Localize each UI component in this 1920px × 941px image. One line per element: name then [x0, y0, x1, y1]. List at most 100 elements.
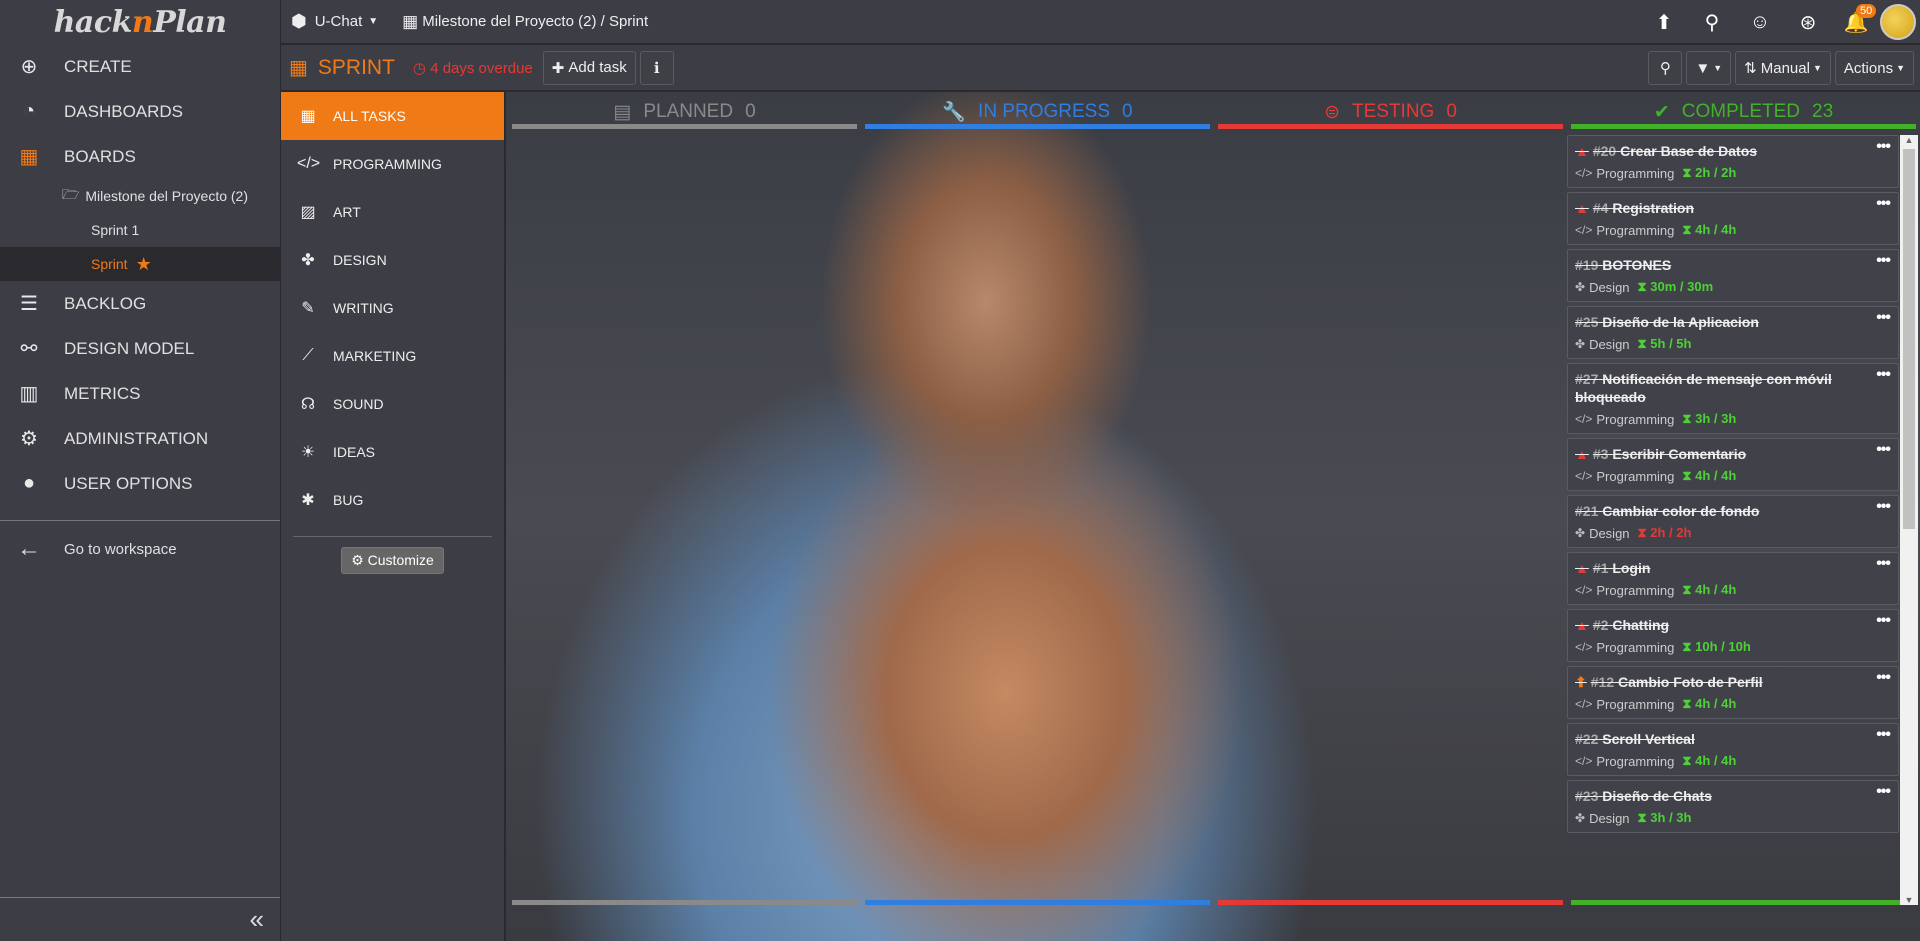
task-category: Design	[1589, 525, 1630, 541]
category-art[interactable]: ▨ ART	[281, 188, 504, 236]
logo-text: hacknPlan	[53, 4, 227, 40]
more-options-icon[interactable]: •••	[1876, 726, 1891, 744]
warning-icon: ▲	[1575, 200, 1589, 216]
nav-milestone[interactable]: 🗁 Milestone del Proyecto (2)	[0, 179, 280, 213]
card-list-scrollbar[interactable]: ▲ ▼	[1900, 135, 1918, 905]
nav-dashboards[interactable]: ◔ DASHBOARDS	[0, 89, 280, 134]
task-card[interactable]: ••• ▲ #2 Chatting </> Programming ⧗ 10h / 10h	[1567, 609, 1899, 662]
task-title-text: BOTONES	[1602, 257, 1672, 273]
search-icon[interactable]: ⚲	[1688, 10, 1736, 35]
task-card[interactable]: ••• ▲ #4 Registration </> Programming ⧗ 4h / …	[1567, 192, 1899, 245]
column-line-testing	[1218, 124, 1563, 129]
more-options-icon[interactable]: •••	[1876, 498, 1891, 516]
filter-button[interactable]: ▼ ▼	[1686, 51, 1732, 85]
task-hours: ⧗ 4h / 4h	[1682, 222, 1736, 238]
info-button[interactable]: ℹ	[639, 50, 674, 85]
scroll-up-arrow-icon[interactable]: ▲	[1900, 135, 1918, 145]
add-task-button[interactable]: ✚ Add task	[542, 50, 636, 85]
avatar[interactable]	[1880, 4, 1916, 40]
nav-label: METRICS	[64, 383, 141, 403]
task-card[interactable]: ••• #25 Diseño de la Aplicacion ✤ Design ⧗ 5…	[1567, 306, 1899, 359]
customize-button[interactable]: ⚙ Customize	[341, 547, 444, 574]
nav-user-options[interactable]: ● USER OPTIONS	[0, 461, 280, 506]
task-category: Programming	[1596, 696, 1675, 712]
task-card[interactable]: ••• #27 Notificación de mensaje con móvil…	[1567, 363, 1899, 434]
caret-down-icon: ▼	[1713, 63, 1723, 73]
nav-backlog[interactable]: ☰ BACKLOG	[0, 281, 280, 326]
task-card[interactable]: ••• #19 BOTONES ✤ Design ⧗ 30m / 30m	[1567, 249, 1899, 302]
collapse-nav-button[interactable]: «	[0, 897, 280, 941]
nav-administration[interactable]: ⚙ ADMINISTRATION	[0, 416, 280, 461]
go-to-workspace[interactable]: ← Go to workspace	[0, 529, 280, 569]
breadcrumb[interactable]: ▦ Milestone del Proyecto (2) / Sprint	[402, 12, 648, 32]
task-card[interactable]: ••• ▲ #20 Crear Base de Datos </> Programmin…	[1567, 135, 1899, 188]
dashboard-icon: ◔	[22, 100, 36, 122]
category-ideas[interactable]: ☀ IDEAS	[281, 428, 504, 476]
task-card[interactable]: ••• ▲ #1 Login </> Programming ⧗ 4h / 4h	[1567, 552, 1899, 605]
search-button[interactable]: ⚲	[1648, 51, 1683, 85]
double-chevron-left-icon: «	[249, 904, 264, 934]
task-meta: </> Programming ⧗ 4h / 4h	[1575, 696, 1890, 712]
task-hours-value: 3h / 3h	[1695, 411, 1737, 426]
logo[interactable]: hacknPlan	[0, 0, 280, 44]
scroll-down-arrow-icon[interactable]: ▼	[1900, 895, 1918, 905]
bell-icon[interactable]: 🔔 50	[1832, 3, 1880, 35]
more-options-icon[interactable]: •••	[1876, 555, 1891, 573]
project-name: U-Chat	[314, 13, 363, 30]
category-label: WRITING	[333, 300, 394, 316]
more-options-icon[interactable]: •••	[1876, 669, 1891, 687]
category-writing[interactable]: ✎ WRITING	[281, 284, 504, 332]
customize-label: Customize	[367, 552, 434, 568]
category-label: MARKETING	[333, 348, 417, 364]
sprint-label: Sprint	[91, 256, 128, 272]
task-card[interactable]: ••• ▲ #3 Escribir Comentario </> Programming…	[1567, 438, 1899, 491]
category-design[interactable]: ✤ DESIGN	[281, 236, 504, 284]
task-card[interactable]: ••• #23 Diseño de Chats ✤ Design ⧗ 3h / 3h	[1567, 780, 1899, 833]
smile-icon[interactable]: ☺	[1736, 11, 1784, 34]
category-all-tasks[interactable]: ▦ ALL TASKS	[281, 92, 504, 140]
help-lifebuoy-icon[interactable]: ⊛	[1784, 10, 1832, 35]
nav-design-model[interactable]: ⚯ DESIGN MODEL	[0, 326, 280, 371]
sprint-actions: ⚲ ▼ ▼ ⇅ Manual ▼ Actions ▼	[1648, 51, 1914, 85]
category-programming[interactable]: </> PROGRAMMING	[281, 140, 504, 188]
more-options-icon[interactable]: •••	[1876, 441, 1891, 459]
star-icon[interactable]: ★	[136, 254, 152, 275]
more-options-icon[interactable]: •••	[1876, 783, 1891, 801]
category-bug[interactable]: ✱ BUG	[281, 476, 504, 524]
task-meta: </> Programming ⧗ 10h / 10h	[1575, 639, 1890, 655]
task-category: Programming	[1596, 222, 1675, 238]
task-card[interactable]: ••• ⬆ #12 Cambio Foto de Perfil </> Programm…	[1567, 666, 1899, 719]
more-options-icon[interactable]: •••	[1876, 195, 1891, 213]
caret-down-icon: ▼	[1812, 63, 1822, 73]
upload-icon[interactable]: ⬆	[1640, 10, 1688, 35]
warning-icon: ▲	[1575, 143, 1589, 159]
category-sound[interactable]: ☊ SOUND	[281, 380, 504, 428]
more-options-icon[interactable]: •••	[1876, 138, 1891, 156]
nav-sprint-1[interactable]: Sprint 1	[0, 213, 280, 247]
task-hours-value: 30m / 30m	[1650, 279, 1714, 294]
nav-boards[interactable]: ▦ BOARDS	[0, 134, 280, 179]
nav-sprint-active[interactable]: Sprint ★	[0, 247, 280, 281]
task-card[interactable]: ••• #22 Scroll Vertical </> Programming ⧗ 4h…	[1567, 723, 1899, 776]
actions-button[interactable]: Actions ▼	[1834, 51, 1914, 85]
more-options-icon[interactable]: •••	[1876, 612, 1891, 630]
task-hours-value: 5h / 5h	[1650, 336, 1692, 351]
scrollbar-thumb[interactable]	[1903, 149, 1915, 529]
nav-metrics[interactable]: ▥ METRICS	[0, 371, 280, 416]
sort-button[interactable]: ⇅ Manual ▼	[1735, 51, 1831, 85]
task-title: #23 Diseño de Chats	[1575, 787, 1890, 805]
task-title: ▲ #3 Escribir Comentario	[1575, 445, 1890, 463]
nav-create[interactable]: ⊕ CREATE	[0, 44, 280, 89]
more-options-icon[interactable]: •••	[1876, 309, 1891, 327]
task-card[interactable]: ••• #21 Cambiar color de fondo ✤ Design ⧗ 2h…	[1567, 495, 1899, 548]
more-options-icon[interactable]: •••	[1876, 366, 1891, 384]
task-title: #27 Notificación de mensaje con móvil bl…	[1575, 370, 1890, 406]
boards-icon: ▦	[19, 146, 39, 168]
task-meta: ✤ Design ⧗ 5h / 5h	[1575, 336, 1890, 352]
puzzle-icon: ✤	[1575, 526, 1586, 540]
column-count: 23	[1812, 101, 1834, 122]
project-selector[interactable]: ⬢ U-Chat ▼	[291, 11, 378, 32]
category-label: ART	[333, 204, 361, 220]
category-marketing[interactable]: ⟋ MARKETING	[281, 332, 504, 380]
more-options-icon[interactable]: •••	[1876, 252, 1891, 270]
